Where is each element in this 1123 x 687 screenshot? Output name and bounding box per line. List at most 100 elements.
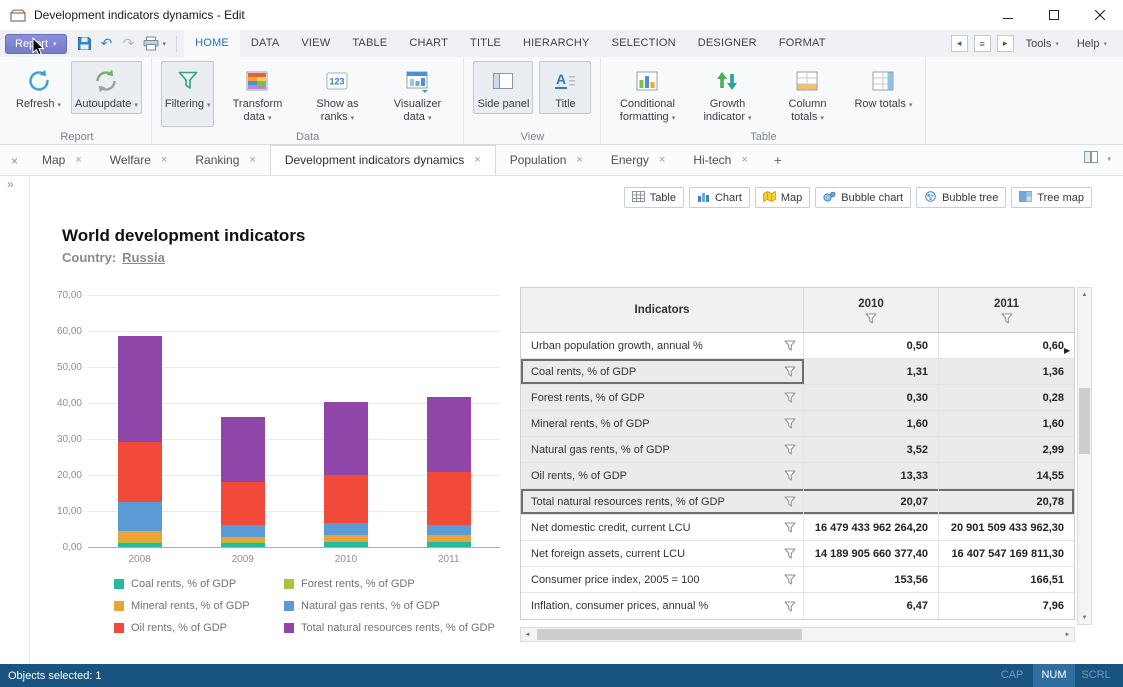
nav-prev-button[interactable]: ◂: [951, 35, 968, 52]
sheet-tab-ranking[interactable]: Ranking×: [181, 145, 269, 175]
nav-next-button[interactable]: ▸: [997, 35, 1014, 52]
ribbon-tab-selection[interactable]: SELECTION: [601, 30, 687, 57]
scroll-down-arrow-icon[interactable]: ▼: [1078, 611, 1091, 624]
table-row[interactable]: Coal rents, % of GDP1,311,36: [521, 359, 1074, 385]
column-header-indicators[interactable]: Indicators: [521, 288, 804, 332]
filter-funnel-icon[interactable]: [784, 392, 796, 403]
indicator-cell[interactable]: Consumer price index, 2005 = 100: [521, 567, 804, 592]
close-icon[interactable]: ×: [75, 154, 81, 166]
scroll-left-arrow-icon[interactable]: ◄: [521, 628, 534, 641]
ribbon-tab-chart[interactable]: CHART: [398, 30, 459, 57]
collapse-chevrons-icon[interactable]: »: [7, 177, 14, 191]
stacked-bar-2011[interactable]: [427, 397, 471, 547]
undo-button[interactable]: ↶: [97, 34, 117, 54]
filter-funnel-icon[interactable]: [784, 522, 796, 533]
sheet-tab-map[interactable]: Map×: [28, 145, 96, 175]
tools-menu[interactable]: Tools ▾: [1020, 38, 1065, 50]
close-icon[interactable]: ×: [161, 154, 167, 166]
sheet-tab-hi-tech[interactable]: Hi-tech×: [679, 145, 761, 175]
scroll-up-arrow-icon[interactable]: ▲: [1078, 288, 1091, 301]
indicator-cell[interactable]: Net domestic credit, current LCU: [521, 515, 804, 540]
ribbon-tab-title[interactable]: TITLE: [459, 30, 512, 57]
filter-funnel-icon[interactable]: [784, 548, 796, 559]
ribbon-button-column-totals[interactable]: Column totals▾: [770, 61, 844, 127]
sheet-tab-energy[interactable]: Energy×: [597, 145, 679, 175]
add-tab-button[interactable]: +: [762, 145, 794, 175]
table-horizontal-scrollbar[interactable]: ◄ ►: [520, 627, 1075, 642]
ribbon-button-show-as-ranks[interactable]: 123Show as ranks▾: [300, 61, 374, 127]
indicator-cell[interactable]: Urban population growth, annual %: [521, 333, 804, 358]
ribbon-button-growth-indicator[interactable]: Growth indicator▾: [690, 61, 764, 127]
filter-funnel-icon[interactable]: [784, 444, 796, 455]
indicator-cell[interactable]: Oil rents, % of GDP: [521, 463, 804, 488]
redo-button[interactable]: ↷: [119, 34, 139, 54]
sheet-tab-population[interactable]: Population×: [496, 145, 597, 175]
table-row[interactable]: Urban population growth, annual %0,500,6…: [521, 333, 1074, 359]
close-icon[interactable]: ×: [249, 154, 255, 166]
indicator-cell[interactable]: Forest rents, % of GDP: [521, 385, 804, 410]
close-icon[interactable]: ×: [659, 154, 665, 166]
close-button[interactable]: [1077, 0, 1123, 30]
close-icon[interactable]: ×: [741, 154, 747, 166]
ribbon-tab-data[interactable]: DATA: [240, 30, 291, 57]
sheet-tab-welfare[interactable]: Welfare×: [96, 145, 182, 175]
ribbon-button-refresh[interactable]: Refresh▾: [12, 61, 65, 114]
ribbon-button-side-panel[interactable]: Side panel: [473, 61, 533, 114]
view-switch-bubble-tree[interactable]: Bubble tree: [916, 187, 1006, 208]
table-row[interactable]: Total natural resources rents, % of GDP2…: [521, 489, 1074, 515]
ribbon-tab-table[interactable]: TABLE: [341, 30, 398, 57]
ribbon-button-row-totals[interactable]: Row totals▾: [850, 61, 916, 127]
indicator-cell[interactable]: Coal rents, % of GDP: [521, 359, 804, 384]
filter-funnel-icon[interactable]: [1001, 313, 1013, 327]
table-row[interactable]: Net foreign assets, current LCU14 189 90…: [521, 541, 1074, 567]
filter-funnel-icon[interactable]: [784, 418, 796, 429]
view-switch-map[interactable]: Map: [755, 187, 810, 208]
stacked-bar-2009[interactable]: [221, 417, 265, 547]
ribbon-button-conditional-formatting[interactable]: Conditional formatting▾: [610, 61, 684, 127]
window-split-icon[interactable]: [1084, 150, 1098, 168]
table-row[interactable]: Mineral rents, % of GDP1,601,60: [521, 411, 1074, 437]
print-dropdown-caret-icon[interactable]: ▾: [163, 40, 167, 48]
view-switch-chart[interactable]: Chart: [689, 187, 750, 208]
indicator-cell[interactable]: Natural gas rents, % of GDP: [521, 437, 804, 462]
indicator-cell[interactable]: Net foreign assets, current LCU: [521, 541, 804, 566]
table-row[interactable]: Consumer price index, 2005 = 100153,5616…: [521, 567, 1074, 593]
close-icon[interactable]: ×: [474, 154, 480, 166]
filter-funnel-icon[interactable]: [784, 470, 796, 481]
filter-funnel-icon[interactable]: [784, 574, 796, 585]
nav-list-button[interactable]: ≡: [974, 35, 991, 52]
filter-funnel-icon[interactable]: [784, 496, 796, 507]
filter-funnel-icon[interactable]: [784, 366, 796, 377]
ribbon-tab-hierarchy[interactable]: HIERARCHY: [512, 30, 601, 57]
view-switch-tree-map[interactable]: Tree map: [1011, 187, 1092, 208]
indicator-cell[interactable]: Inflation, consumer prices, annual %: [521, 593, 804, 619]
filter-funnel-icon[interactable]: [784, 601, 796, 612]
report-menu-button[interactable]: Report ▾: [5, 34, 67, 54]
ribbon-tab-format[interactable]: FORMAT: [768, 30, 837, 57]
table-vertical-scrollbar[interactable]: ▲ ▼: [1077, 287, 1092, 625]
table-row[interactable]: Inflation, consumer prices, annual %6,47…: [521, 593, 1074, 619]
table-row[interactable]: Net domestic credit, current LCU16 479 4…: [521, 515, 1074, 541]
chevron-down-icon[interactable]: ▾: [1107, 155, 1111, 163]
vertical-scroll-thumb[interactable]: [1079, 388, 1090, 454]
view-switch-table[interactable]: Table: [624, 187, 684, 208]
help-menu[interactable]: Help ▾: [1071, 38, 1113, 50]
ribbon-button-visualizer-data[interactable]: Visualizer data▾: [380, 61, 454, 127]
ribbon-button-autoupdate[interactable]: Autoupdate▾: [71, 61, 142, 114]
sheet-tab-development-indicators-dynamics[interactable]: Development indicators dynamics×: [270, 145, 496, 175]
horizontal-scroll-thumb[interactable]: [537, 629, 802, 640]
minimize-button[interactable]: [985, 0, 1031, 30]
stacked-bar-2008[interactable]: [118, 336, 162, 547]
column-header-2011[interactable]: 2011: [939, 288, 1074, 332]
indicator-cell[interactable]: Mineral rents, % of GDP: [521, 411, 804, 436]
table-row[interactable]: Forest rents, % of GDP0,300,28: [521, 385, 1074, 411]
tabstrip-close-icon[interactable]: ×: [0, 154, 28, 175]
ribbon-tab-view[interactable]: VIEW: [290, 30, 341, 57]
maximize-button[interactable]: [1031, 0, 1077, 30]
close-icon[interactable]: ×: [576, 154, 582, 166]
stacked-bar-2010[interactable]: [324, 402, 368, 547]
ribbon-button-transform-data[interactable]: Transform data▾: [220, 61, 294, 127]
view-switch-bubble-chart[interactable]: Bubble chart: [815, 187, 911, 208]
filter-funnel-icon[interactable]: [784, 340, 796, 351]
ribbon-button-title[interactable]: ATitle: [539, 61, 591, 114]
